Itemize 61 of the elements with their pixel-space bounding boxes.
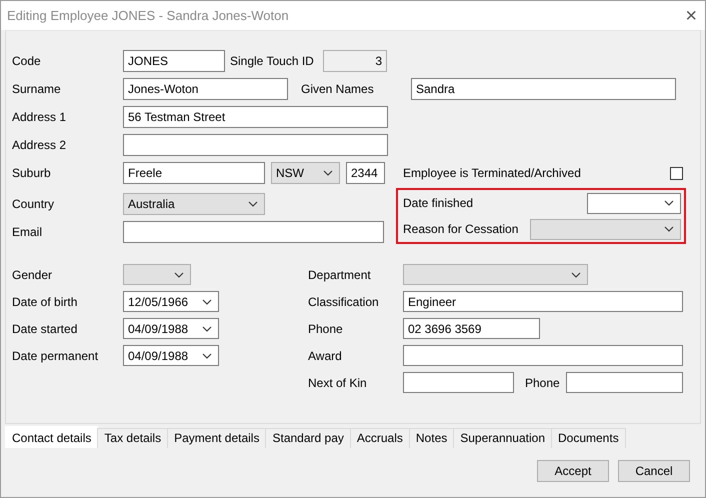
accept-button[interactable]: Accept [537, 460, 609, 482]
chevron-down-icon [664, 226, 674, 232]
date-picker[interactable]: 04/09/1988 [123, 318, 219, 339]
field-label: Date started [12, 322, 78, 336]
field-label: Country [12, 196, 56, 210]
dropdown-field[interactable] [530, 218, 681, 240]
date-picker[interactable] [587, 192, 681, 214]
input-field[interactable]: JONES [123, 50, 225, 72]
input-field[interactable]: 56 Testman Street [123, 106, 388, 128]
input-field[interactable]: Freele [123, 162, 265, 184]
field-label: Classification [308, 294, 380, 308]
chevron-down-icon [202, 298, 212, 304]
field-label: Date permanent [12, 348, 100, 362]
input-field[interactable] [403, 372, 514, 393]
field-label: Reason for Cessation [403, 222, 518, 236]
input-field[interactable]: Jones-Woton [123, 78, 288, 100]
input-field[interactable]: Engineer [403, 291, 683, 312]
field-label: Next of Kin [308, 376, 368, 390]
field-label: Email [12, 225, 44, 239]
chevron-down-icon [202, 326, 212, 332]
chevron-down-icon [664, 200, 674, 206]
input-field[interactable] [123, 221, 384, 243]
chevron-down-icon [571, 272, 581, 278]
input-field[interactable]: Sandra [411, 78, 676, 100]
input-field[interactable] [403, 345, 683, 366]
tab[interactable]: Documents [551, 428, 626, 448]
tab[interactable]: Contact details [5, 426, 98, 448]
field-label: Surname [12, 82, 62, 96]
input-field[interactable]: 02 3696 3569 [403, 318, 540, 339]
field-label: Award [308, 348, 343, 362]
field-label: Employee is Terminated/Archived [403, 166, 582, 180]
date-picker[interactable]: 12/05/1966 [123, 291, 219, 312]
chevron-down-icon [202, 352, 212, 358]
field-label: Given Names [301, 82, 375, 96]
field-label: Suburb [12, 166, 52, 180]
chevron-down-icon [248, 200, 258, 206]
close-button[interactable]: × [685, 6, 697, 26]
tab[interactable]: Tax details [97, 428, 168, 448]
input-field[interactable]: 2344 [346, 162, 385, 184]
dropdown-field[interactable] [403, 264, 588, 285]
field-label: Phone [308, 322, 344, 336]
window-title: Editing Employee JONES - Sandra Jones-Woton [7, 8, 289, 23]
dropdown-field[interactable] [123, 264, 191, 285]
input-field[interactable] [566, 372, 683, 393]
cancel-button[interactable]: Cancel [618, 460, 690, 482]
field-label: Department [308, 268, 372, 282]
field-label: Date of birth [12, 294, 78, 308]
dropdown-field[interactable]: NSW [271, 162, 340, 184]
field-label: Address 2 [12, 138, 68, 152]
chevron-down-icon [174, 272, 184, 278]
field-label: Address 1 [12, 110, 68, 124]
chevron-down-icon [323, 170, 333, 176]
dropdown-field[interactable]: Australia [123, 192, 265, 214]
field-label: Gender [12, 268, 54, 282]
field-label: Date finished [403, 196, 474, 210]
input-field[interactable] [123, 134, 388, 156]
field-label: Phone [525, 376, 561, 390]
field-label: Code [12, 54, 42, 68]
checkbox[interactable] [670, 166, 683, 180]
field-label: Single Touch ID [230, 54, 315, 68]
date-picker[interactable]: 04/09/1988 [123, 345, 219, 366]
